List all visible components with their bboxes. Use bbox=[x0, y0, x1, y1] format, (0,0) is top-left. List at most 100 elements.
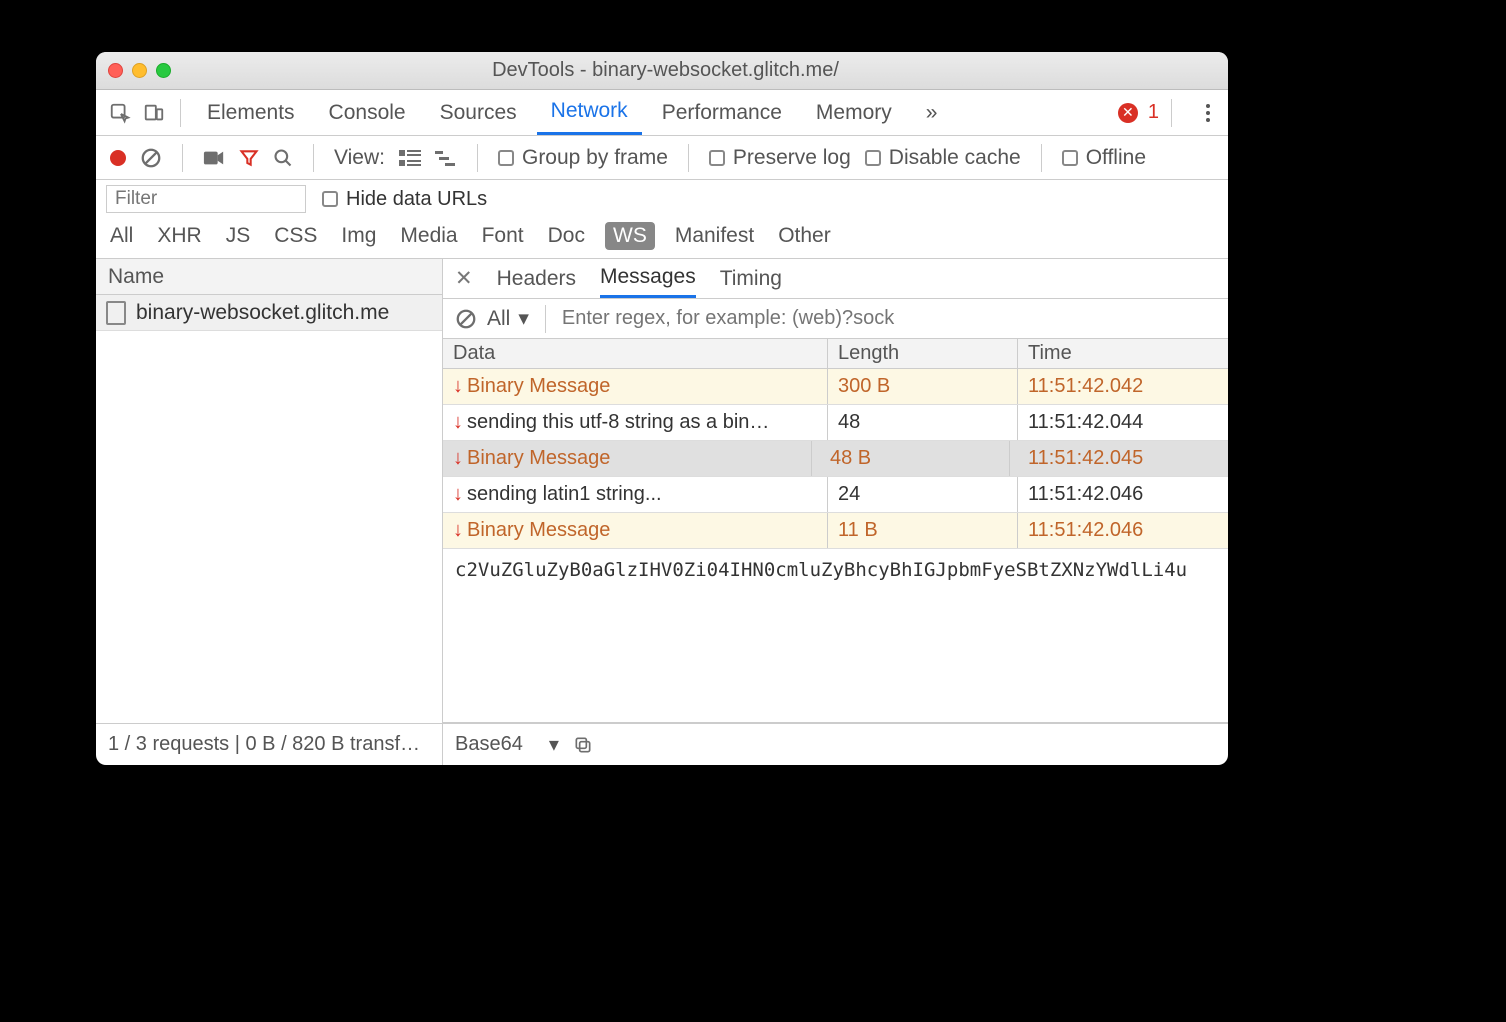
encoding-select[interactable]: Base64 ▾ bbox=[455, 732, 559, 757]
filter-type-all[interactable]: All bbox=[106, 222, 137, 250]
tab-timing[interactable]: Timing bbox=[720, 259, 782, 298]
request-row[interactable]: binary-websocket.glitch.me bbox=[96, 295, 442, 331]
filter-type-doc[interactable]: Doc bbox=[544, 222, 589, 250]
divider bbox=[477, 144, 478, 172]
tab-elements[interactable]: Elements bbox=[193, 90, 309, 135]
detail-tabs: ✕ Headers Messages Timing bbox=[443, 259, 1228, 299]
arrow-down-icon: ↓ bbox=[453, 447, 463, 470]
divider bbox=[313, 144, 314, 172]
request-detail-pane: ✕ Headers Messages Timing All ▾ Data bbox=[443, 259, 1228, 723]
filter-type-img[interactable]: Img bbox=[337, 222, 380, 250]
message-length: 48 bbox=[828, 405, 1018, 440]
file-icon bbox=[106, 301, 126, 325]
divider bbox=[688, 144, 689, 172]
messages-body: ↓Binary Message300 B11:51:42.042↓sending… bbox=[443, 369, 1228, 549]
filter-type-ws[interactable]: WS bbox=[605, 222, 655, 250]
arrow-down-icon: ↓ bbox=[453, 375, 463, 398]
message-data: sending latin1 string... bbox=[467, 483, 662, 506]
arrow-down-icon: ↓ bbox=[453, 411, 463, 434]
hide-data-urls-checkbox[interactable]: Hide data URLs bbox=[322, 188, 487, 211]
message-payload[interactable]: c2VuZGluZyB0aGlzIHV0Zi04IHN0cmluZyBhcyBh… bbox=[443, 549, 1228, 723]
filter-type-other[interactable]: Other bbox=[774, 222, 835, 250]
tab-memory[interactable]: Memory bbox=[802, 90, 906, 135]
col-header-length[interactable]: Length bbox=[828, 339, 1018, 368]
filter-input[interactable] bbox=[106, 185, 306, 213]
request-list: binary-websocket.glitch.me bbox=[96, 295, 442, 723]
message-time: 11:51:42.046 bbox=[1018, 513, 1228, 548]
group-by-frame-checkbox[interactable]: Group by frame bbox=[498, 146, 668, 170]
request-list-pane: Name binary-websocket.glitch.me bbox=[96, 259, 443, 723]
devtools-window: DevTools - binary-websocket.glitch.me/ E… bbox=[96, 52, 1228, 765]
message-length: 48 B bbox=[820, 441, 1010, 476]
clear-icon[interactable] bbox=[140, 147, 162, 169]
message-row[interactable]: ↓sending this utf-8 string as a bin… 4811… bbox=[443, 405, 1228, 441]
device-toggle-icon[interactable] bbox=[140, 102, 168, 124]
filter-type-media[interactable]: Media bbox=[396, 222, 461, 250]
error-count[interactable]: 1 bbox=[1148, 101, 1159, 124]
main-tabs: Elements Console Sources Network Perform… bbox=[96, 90, 1228, 136]
divider bbox=[545, 305, 546, 333]
message-length: 300 B bbox=[828, 369, 1018, 404]
message-time: 11:51:42.042 bbox=[1018, 369, 1228, 404]
filter-type-css[interactable]: CSS bbox=[270, 222, 321, 250]
message-data: Binary Message bbox=[467, 375, 610, 398]
status-bar: 1 / 3 requests | 0 B / 820 B transf… Bas… bbox=[96, 723, 1228, 765]
message-length: 11 B bbox=[828, 513, 1018, 548]
tab-overflow[interactable]: » bbox=[912, 90, 952, 135]
error-badge-icon[interactable]: ✕ bbox=[1118, 103, 1138, 123]
message-row[interactable]: ↓Binary Message 11 B11:51:42.046 bbox=[443, 513, 1228, 549]
tab-messages[interactable]: Messages bbox=[600, 259, 696, 298]
message-row[interactable]: ↓sending latin1 string...2411:51:42.046 bbox=[443, 477, 1228, 513]
disable-cache-checkbox[interactable]: Disable cache bbox=[865, 146, 1021, 170]
filter-type-xhr[interactable]: XHR bbox=[153, 222, 205, 250]
chevron-down-icon: ▾ bbox=[549, 732, 559, 757]
request-list-header[interactable]: Name bbox=[96, 259, 442, 295]
message-type-select[interactable]: All ▾ bbox=[487, 306, 529, 331]
message-data: Binary Message bbox=[467, 519, 610, 542]
kebab-menu-icon[interactable] bbox=[1198, 104, 1218, 122]
view-waterfall-icon[interactable] bbox=[435, 149, 457, 167]
tab-console[interactable]: Console bbox=[315, 90, 420, 135]
message-data: Binary Message bbox=[467, 447, 610, 470]
copy-icon[interactable] bbox=[573, 735, 593, 755]
tab-headers[interactable]: Headers bbox=[497, 259, 576, 298]
window-title: DevTools - binary-websocket.glitch.me/ bbox=[115, 59, 1216, 82]
preserve-log-checkbox[interactable]: Preserve log bbox=[709, 146, 851, 170]
view-label: View: bbox=[334, 146, 385, 170]
search-icon[interactable] bbox=[273, 148, 293, 168]
col-header-data[interactable]: Data bbox=[443, 339, 828, 368]
status-summary: 1 / 3 requests | 0 B / 820 B transf… bbox=[96, 724, 443, 765]
arrow-down-icon: ↓ bbox=[453, 519, 463, 542]
col-header-time[interactable]: Time bbox=[1018, 339, 1228, 368]
message-data: sending this utf-8 string as a bin… bbox=[467, 411, 769, 434]
filter-type-manifest[interactable]: Manifest bbox=[671, 222, 758, 250]
request-name: binary-websocket.glitch.me bbox=[136, 301, 389, 325]
message-row[interactable]: ↓Binary Message 48 B11:51:42.045 bbox=[443, 441, 1228, 477]
message-regex-input[interactable] bbox=[562, 307, 1216, 330]
message-row[interactable]: ↓Binary Message 300 B11:51:42.042 bbox=[443, 369, 1228, 405]
messages-table: Data Length Time ↓Binary Message300 B11:… bbox=[443, 339, 1228, 723]
close-detail-icon[interactable]: ✕ bbox=[455, 266, 473, 291]
message-time: 11:51:42.046 bbox=[1018, 477, 1228, 512]
tab-sources[interactable]: Sources bbox=[426, 90, 531, 135]
filter-type-js[interactable]: JS bbox=[222, 222, 255, 250]
filter-type-font[interactable]: Font bbox=[478, 222, 528, 250]
divider bbox=[180, 99, 181, 127]
tab-performance[interactable]: Performance bbox=[648, 90, 796, 135]
inspect-icon[interactable] bbox=[106, 102, 134, 124]
message-time: 11:51:42.045 bbox=[1018, 441, 1228, 476]
arrow-down-icon: ↓ bbox=[453, 483, 463, 506]
tab-network[interactable]: Network bbox=[537, 90, 642, 135]
titlebar: DevTools - binary-websocket.glitch.me/ bbox=[96, 52, 1228, 90]
message-time: 11:51:42.044 bbox=[1018, 405, 1228, 440]
messages-header-row: Data Length Time bbox=[443, 339, 1228, 369]
record-button[interactable] bbox=[110, 150, 126, 166]
view-large-icon[interactable] bbox=[399, 149, 421, 167]
status-right: Base64 ▾ bbox=[443, 724, 1228, 765]
clear-messages-icon[interactable] bbox=[455, 308, 477, 330]
offline-checkbox[interactable]: Offline bbox=[1062, 146, 1146, 170]
camera-icon[interactable] bbox=[203, 149, 225, 167]
filter-bar: Hide data URLs All XHR JS CSS Img Media … bbox=[96, 180, 1228, 259]
filter-funnel-icon[interactable] bbox=[239, 148, 259, 168]
divider bbox=[1171, 99, 1172, 127]
